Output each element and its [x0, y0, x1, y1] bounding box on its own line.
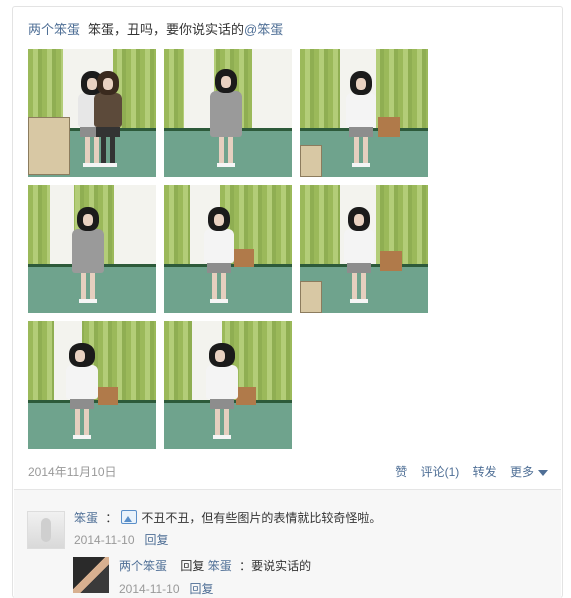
comment-2: 两个笨蛋 回复 笨蛋 ：要说实话的 — [119, 558, 311, 574]
comment-button[interactable]: 评论(1) — [421, 465, 460, 479]
avatar[interactable] — [27, 511, 65, 549]
comment-author-link[interactable]: 两个笨蛋 — [119, 559, 167, 573]
avatar[interactable] — [73, 557, 109, 593]
feed-post-card: 两个笨蛋 笨蛋，丑吗，要你说实话的@笨蛋 2014年11月10日 赞 评论(1)… — [12, 6, 563, 598]
more-label: 更多 — [509, 465, 534, 479]
photo-8[interactable] — [164, 321, 292, 449]
comments-section: 笨蛋 ：不丑不丑，但有些图片的表情就比较奇怪啦。 2014-11-10 回复 两个… — [14, 489, 561, 598]
comment-separator: ： — [105, 511, 118, 525]
photo-7[interactable] — [28, 321, 156, 449]
mention-link[interactable]: @笨蛋 — [244, 22, 283, 37]
post-actions: 赞 评论(1) 转发 更多 — [385, 463, 548, 480]
more-button[interactable]: 更多 — [510, 465, 548, 479]
like-button[interactable]: 赞 — [395, 465, 407, 479]
comment-author-link[interactable]: 笨蛋 — [74, 511, 98, 525]
comment-time: 2014-11-10 — [119, 582, 180, 596]
post-author-link[interactable]: 两个笨蛋 — [28, 22, 80, 37]
comment-text: 要说实话的 — [251, 559, 312, 573]
reply-button[interactable]: 回复 — [145, 533, 169, 547]
comment-1: 笨蛋 ： 不丑不丑，但有些图片的表情就比较奇怪啦。 — [74, 510, 381, 526]
post-date: 2014年11月10日 — [28, 465, 117, 479]
chevron-down-icon — [538, 469, 548, 476]
image-icon — [121, 510, 138, 524]
photo-1[interactable] — [28, 49, 156, 177]
reply-target-link[interactable]: 笨蛋 — [208, 559, 232, 573]
share-button[interactable]: 转发 — [473, 465, 497, 479]
comment-1-meta: 2014-11-10 回复 — [74, 532, 169, 548]
comment-2-meta: 2014-11-10 回复 — [119, 581, 214, 597]
photo-2[interactable] — [164, 49, 292, 177]
photo-6[interactable] — [300, 185, 428, 313]
reply-button[interactable]: 回复 — [190, 582, 214, 596]
reply-word: 回复 — [180, 559, 205, 573]
comment-text: 不丑不丑，但有些图片的表情就比较奇怪啦。 — [141, 511, 382, 525]
photo-4[interactable] — [28, 185, 156, 313]
comment-separator: ： — [239, 559, 252, 573]
post-header: 两个笨蛋 笨蛋，丑吗，要你说实话的@笨蛋 — [28, 21, 283, 39]
photo-3[interactable] — [300, 49, 428, 177]
post-text: 笨蛋，丑吗，要你说实话的 — [88, 22, 245, 37]
comment-time: 2014-11-10 — [74, 533, 135, 547]
photo-5[interactable] — [164, 185, 292, 313]
